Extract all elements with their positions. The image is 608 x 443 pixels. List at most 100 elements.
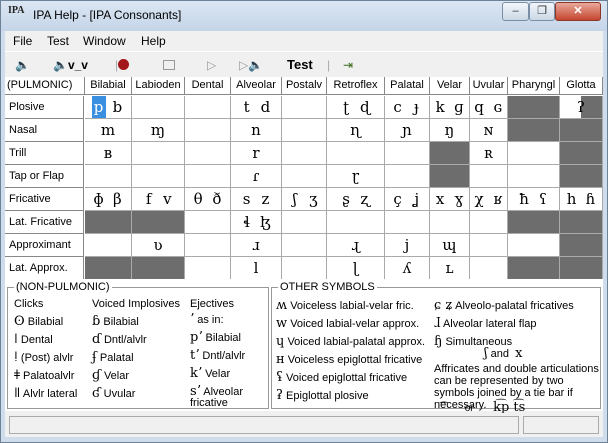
chart-cell[interactable]: k ɡ — [430, 96, 470, 119]
chart-cell[interactable]: ɳ — [327, 119, 385, 142]
ipa-symbol[interactable]: p — [91, 96, 106, 118]
chart-cell[interactable] — [327, 142, 385, 165]
ipa-symbol[interactable]: ɢ — [491, 96, 505, 118]
ipa-symbol[interactable]: ɳ — [349, 119, 363, 141]
ipa-symbol[interactable]: ç — [391, 188, 405, 210]
ipa-symbol[interactable]: ʔ — [574, 96, 588, 118]
ipa-symbol[interactable]: ʎ — [400, 257, 414, 279]
chart-cell[interactable] — [185, 119, 231, 142]
symbol-item[interactable]: ǀ Dental — [14, 332, 53, 347]
ipa-symbol[interactable]: ʝ — [409, 188, 423, 210]
chart-cell[interactable]: ʋ — [132, 234, 185, 257]
chart-cell[interactable]: ɸ β — [85, 188, 132, 211]
chart-cell[interactable]: q ɢ — [470, 96, 508, 119]
chart-cell[interactable]: ɹ — [231, 234, 282, 257]
chart-cell[interactable]: ɭ — [327, 257, 385, 280]
test-button[interactable]: Test — [287, 55, 313, 75]
symbol-item[interactable]: pʼ Bilabial — [190, 331, 268, 344]
chart-cell[interactable] — [508, 234, 560, 257]
symbol-item[interactable]: ʄ Palatal — [92, 350, 134, 365]
exit-button[interactable]: ⇥ — [343, 55, 353, 75]
ipa-symbol[interactable]: ʋ — [151, 234, 165, 256]
ipa-symbol[interactable]: m — [101, 119, 115, 141]
ipa-symbol[interactable]: ɾ — [249, 165, 263, 187]
chart-cell[interactable]: h ɦ — [560, 188, 603, 211]
chart-cell[interactable]: ɱ — [132, 119, 185, 142]
symbol-item[interactable]: ǂ Palatoalvlr — [14, 368, 74, 383]
chart-cell[interactable]: l — [231, 257, 282, 280]
ipa-symbol[interactable]: ʙ — [101, 142, 115, 164]
ipa-symbol[interactable]: n — [249, 119, 263, 141]
menu-help[interactable]: Help — [141, 34, 166, 48]
chart-cell[interactable] — [282, 257, 327, 280]
chart-cell[interactable] — [385, 142, 430, 165]
ipa-symbol[interactable]: s — [240, 188, 254, 210]
ipa-symbol[interactable]: d — [258, 96, 272, 118]
ipa-symbol[interactable]: ɭ — [349, 257, 363, 279]
chart-cell[interactable]: ʃ ʒ — [282, 188, 327, 211]
ipa-symbol[interactable]: ħ — [517, 188, 531, 210]
ipa-symbol[interactable]: ɻ — [349, 234, 363, 256]
symbol-item[interactable]: ɠ Velar — [92, 368, 129, 383]
chart-cell[interactable] — [132, 142, 185, 165]
chart-cell[interactable]: r — [231, 142, 282, 165]
chart-cell[interactable]: ʎ — [385, 257, 430, 280]
chart-cell[interactable]: ħ ʕ — [508, 188, 560, 211]
symbol-item[interactable]: ɗ Dntl/alvlr — [92, 332, 147, 347]
ipa-symbol[interactable]: ɱ — [151, 119, 165, 141]
chart-cell[interactable]: m — [85, 119, 132, 142]
ipa-symbol[interactable]: ʐ — [358, 188, 372, 210]
ipa-symbol[interactable]: ʁ — [491, 188, 505, 210]
chart-cell[interactable] — [282, 96, 327, 119]
symbol-item[interactable]: ɺ Alveolar lateral flap — [434, 316, 537, 331]
menu-file[interactable]: File — [13, 34, 32, 48]
ipa-symbol[interactable]: ŋ — [443, 119, 457, 141]
close-button[interactable]: ✕ — [555, 2, 601, 21]
ipa-symbol[interactable]: ɦ — [583, 188, 597, 210]
ipa-symbol[interactable]: ɲ — [400, 119, 414, 141]
chart-cell[interactable]: ʀ — [470, 142, 508, 165]
speaker-button[interactable]: 🔈 — [15, 55, 30, 75]
symbol-item[interactable]: ʡ Epiglottal plosive — [276, 388, 369, 403]
chart-cell[interactable] — [385, 165, 430, 188]
symbol-item[interactable]: tʼ Dntl/alvlr — [190, 349, 268, 362]
ipa-symbol[interactable]: ʕ — [536, 188, 550, 210]
chart-cell[interactable] — [508, 165, 560, 188]
chart-cell[interactable] — [430, 211, 470, 234]
chart-cell[interactable] — [470, 211, 508, 234]
ipa-symbol[interactable]: v — [160, 188, 174, 210]
chart-cell[interactable] — [282, 142, 327, 165]
symbol-item[interactable]: ɥ Voiced labial-palatal approx. — [276, 334, 425, 349]
chart-cell[interactable]: ɰ — [430, 234, 470, 257]
symbol-item[interactable]: w Voiced labial-velar approx. — [276, 316, 419, 331]
ipa-symbol[interactable]: ʈ — [339, 96, 353, 118]
ipa-symbol[interactable]: θ — [191, 188, 205, 210]
ipa-symbol[interactable]: ɴ — [482, 119, 496, 141]
symbol-item[interactable]: ʘ Bilabial — [14, 314, 63, 329]
symbol-item[interactable]: kʼ Velar — [190, 367, 268, 380]
chart-cell[interactable] — [282, 165, 327, 188]
ipa-symbol[interactable]: ɟ — [409, 96, 423, 118]
ipa-symbol[interactable]: b — [110, 96, 124, 118]
sh-symbol[interactable]: ʃ — [484, 346, 488, 361]
ipa-symbol[interactable]: ʒ — [306, 188, 320, 210]
ipa-symbol[interactable]: ɡ — [452, 96, 466, 118]
chart-cell[interactable]: χ ʁ — [470, 188, 508, 211]
symbol-item[interactable]: ʛ Uvular — [92, 386, 135, 401]
chart-cell[interactable] — [508, 142, 560, 165]
chart-cell[interactable]: x ɣ — [430, 188, 470, 211]
ipa-symbol[interactable]: c — [391, 96, 405, 118]
ipa-symbol[interactable]: t — [240, 96, 254, 118]
chart-cell[interactable]: c ɟ — [385, 96, 430, 119]
chart-cell[interactable]: s z — [231, 188, 282, 211]
chart-cell[interactable]: ŋ — [430, 119, 470, 142]
menu-test[interactable]: Test — [47, 34, 69, 48]
chart-cell[interactable]: ʂ ʐ — [327, 188, 385, 211]
chart-cell[interactable]: ɲ — [385, 119, 430, 142]
chart-cell[interactable]: ɽ — [327, 165, 385, 188]
ipa-symbol[interactable]: ɣ — [452, 188, 466, 210]
chart-cell[interactable]: ʟ — [430, 257, 470, 280]
chart-cell[interactable]: ʔ — [560, 96, 603, 119]
chart-cell[interactable] — [85, 165, 132, 188]
chart-cell[interactable]: ɴ — [470, 119, 508, 142]
